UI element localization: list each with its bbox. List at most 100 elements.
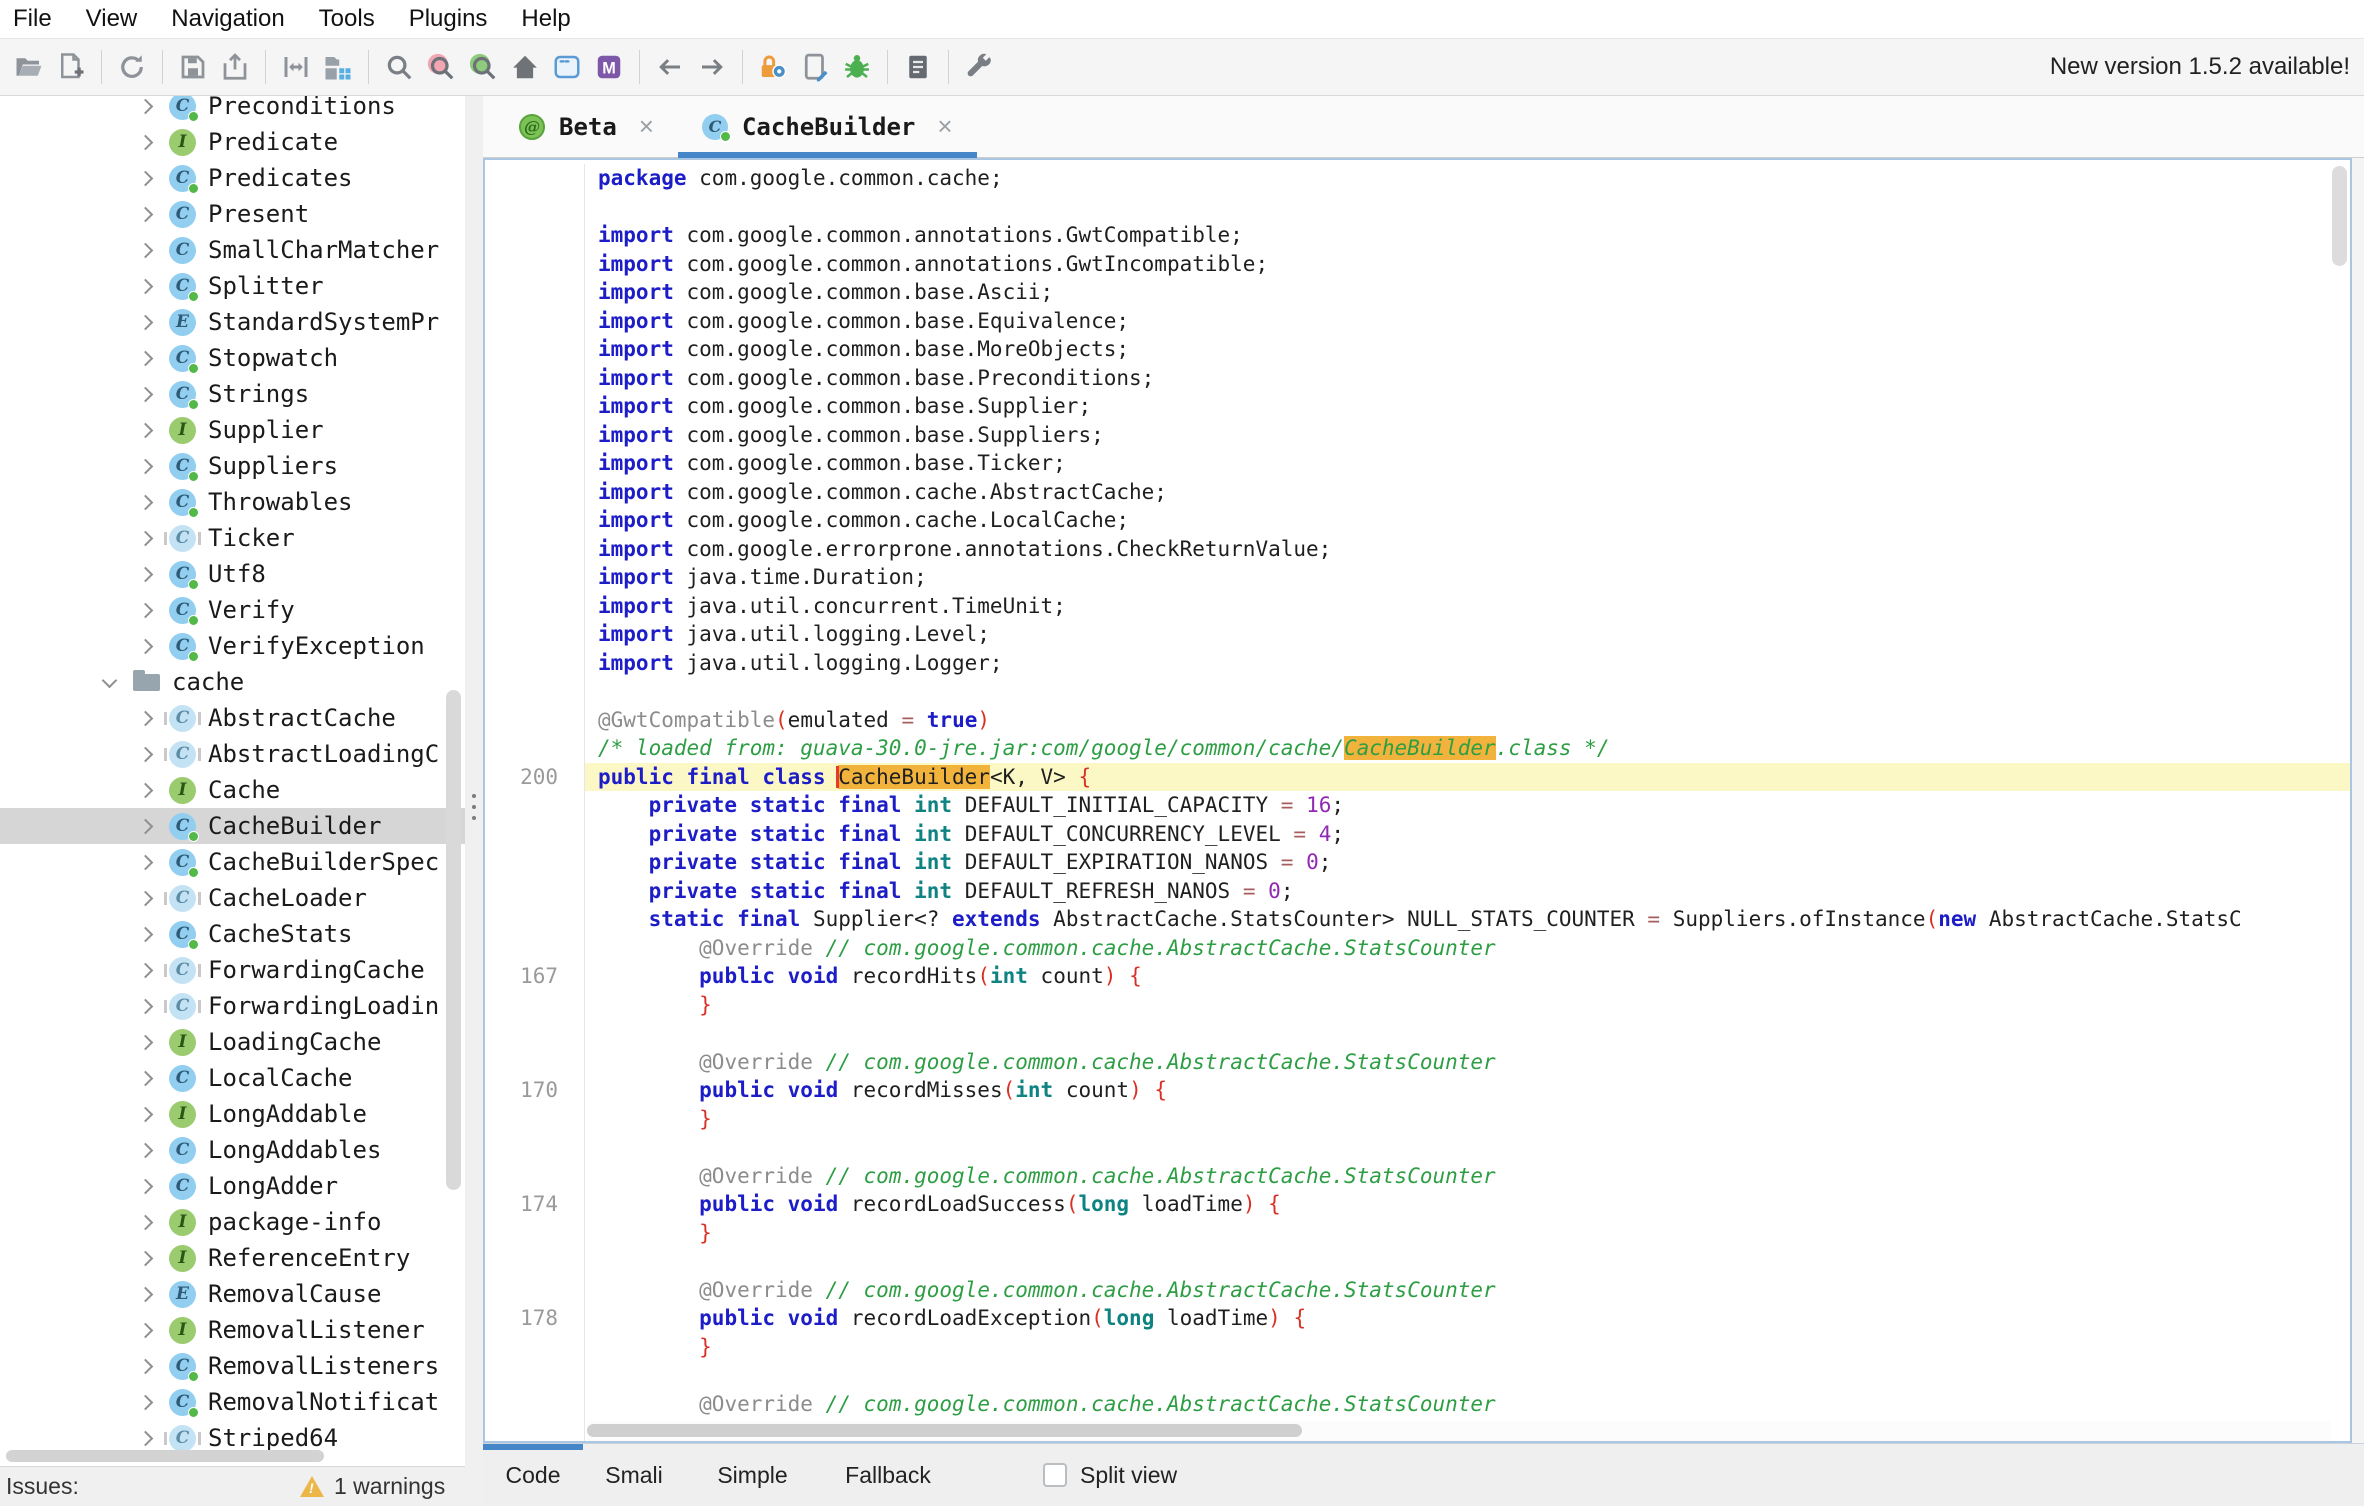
chevron-right-icon[interactable] <box>138 1358 154 1374</box>
close-icon[interactable]: × <box>937 111 952 142</box>
window-icon[interactable] <box>546 46 588 88</box>
preferences-icon[interactable] <box>958 46 1000 88</box>
tab-beta[interactable]: @Beta× <box>495 96 678 157</box>
tree-item-suppliers[interactable]: CSuppliers <box>0 448 465 484</box>
tree-item-cachebuilderspec[interactable]: CCacheBuilderSpec <box>0 844 465 880</box>
chevron-right-icon[interactable] <box>138 1250 154 1266</box>
device-icon[interactable] <box>794 46 836 88</box>
chevron-right-icon[interactable] <box>138 386 154 402</box>
chevron-right-icon[interactable] <box>138 1214 154 1230</box>
forward-icon[interactable] <box>691 46 733 88</box>
tab-cachebuilder[interactable]: CCacheBuilder× <box>678 96 977 157</box>
tree-item-localcache[interactable]: CLocalCache <box>0 1060 465 1096</box>
scrollbar-thumb[interactable] <box>6 1450 324 1462</box>
chevron-right-icon[interactable] <box>138 278 154 294</box>
chevron-right-icon[interactable] <box>138 782 154 798</box>
chevron-right-icon[interactable] <box>138 1394 154 1410</box>
chevron-right-icon[interactable] <box>138 350 154 366</box>
debug-icon[interactable] <box>836 46 878 88</box>
tree-item-abstractloadingc[interactable]: CAbstractLoadingC <box>0 736 465 772</box>
chevron-down-icon[interactable] <box>102 672 118 688</box>
menu-file[interactable]: File <box>13 5 52 33</box>
tree-item-longadder[interactable]: CLongAdder <box>0 1168 465 1204</box>
update-notification[interactable]: New version 1.5.2 available! <box>2050 53 2350 81</box>
chevron-right-icon[interactable] <box>138 566 154 582</box>
split-view-checkbox[interactable] <box>1043 1463 1067 1487</box>
tree-item-removallisteners[interactable]: CRemovalListeners <box>0 1348 465 1384</box>
tree-item-splitter[interactable]: CSplitter <box>0 268 465 304</box>
tree-item-present[interactable]: CPresent <box>0 196 465 232</box>
tree-item-preconditions[interactable]: CPreconditions <box>0 96 465 124</box>
main-activity-icon[interactable] <box>504 46 546 88</box>
package-tree-panel[interactable]: CPreconditionsIPredicateCPredicatesCPres… <box>0 96 465 1466</box>
tree-item-cacheloader[interactable]: CCacheLoader <box>0 880 465 916</box>
tree-item-longaddables[interactable]: CLongAddables <box>0 1132 465 1168</box>
menu-view[interactable]: View <box>86 5 138 33</box>
reload-icon[interactable] <box>111 46 153 88</box>
view-tab-fallback[interactable]: Fallback <box>820 1444 956 1506</box>
sidebar-vertical-scrollbar[interactable] <box>443 96 465 1466</box>
log-viewer-icon[interactable] <box>897 46 939 88</box>
view-tab-simple[interactable]: Simple <box>685 1444 820 1506</box>
chevron-right-icon[interactable] <box>138 314 154 330</box>
flat-packages-icon[interactable] <box>317 46 359 88</box>
open-file-icon[interactable] <box>8 46 50 88</box>
editor-horizontal-scrollbar[interactable] <box>587 1421 2330 1441</box>
chevron-right-icon[interactable] <box>138 134 154 150</box>
tree-item-removalnotificat[interactable]: CRemovalNotificat <box>0 1384 465 1420</box>
tree-item-loadingcache[interactable]: ILoadingCache <box>0 1024 465 1060</box>
tree-item-removallistener[interactable]: IRemovalListener <box>0 1312 465 1348</box>
tree-item-throwables[interactable]: CThrowables <box>0 484 465 520</box>
chevron-right-icon[interactable] <box>138 1322 154 1338</box>
view-tab-smali[interactable]: Smali <box>583 1444 685 1506</box>
tree-item-predicates[interactable]: CPredicates <box>0 160 465 196</box>
chevron-right-icon[interactable] <box>138 1178 154 1194</box>
tree-item-forwardingcache[interactable]: CForwardingCache <box>0 952 465 988</box>
chevron-right-icon[interactable] <box>138 242 154 258</box>
chevron-right-icon[interactable] <box>138 746 154 762</box>
chevron-right-icon[interactable] <box>138 1034 154 1050</box>
tree-item-removalcause[interactable]: ERemovalCause <box>0 1276 465 1312</box>
chevron-right-icon[interactable] <box>138 818 154 834</box>
chevron-right-icon[interactable] <box>138 962 154 978</box>
splitter-grip-icon[interactable] <box>472 794 476 798</box>
menu-help[interactable]: Help <box>521 5 570 33</box>
tree-item-verifyexception[interactable]: CVerifyException <box>0 628 465 664</box>
chevron-right-icon[interactable] <box>138 494 154 510</box>
tree-item-ticker[interactable]: CTicker <box>0 520 465 556</box>
tree-item-package-info[interactable]: Ipackage-info <box>0 1204 465 1240</box>
scrollbar-thumb[interactable] <box>2332 166 2347 266</box>
search-text-icon[interactable] <box>378 46 420 88</box>
save-all-icon[interactable] <box>172 46 214 88</box>
split-view-toggle[interactable]: Split view <box>1043 1444 1177 1506</box>
tree-item-longaddable[interactable]: ILongAddable <box>0 1096 465 1132</box>
tree-item-smallcharmatcher[interactable]: CSmallCharMatcher <box>0 232 465 268</box>
export-icon[interactable] <box>214 46 256 88</box>
chevron-right-icon[interactable] <box>138 710 154 726</box>
menu-plugins[interactable]: Plugins <box>409 5 488 33</box>
chevron-right-icon[interactable] <box>138 1106 154 1122</box>
search-code-icon[interactable] <box>462 46 504 88</box>
chevron-right-icon[interactable] <box>138 1070 154 1086</box>
chevron-right-icon[interactable] <box>138 458 154 474</box>
chevron-right-icon[interactable] <box>138 422 154 438</box>
chevron-right-icon[interactable] <box>138 638 154 654</box>
tree-item-cachestats[interactable]: CCacheStats <box>0 916 465 952</box>
warnings-indicator[interactable]: 1 warnings <box>300 1473 445 1500</box>
mappings-icon[interactable]: M <box>588 46 630 88</box>
tree-item-stopwatch[interactable]: CStopwatch <box>0 340 465 376</box>
code-editor[interactable]: package com.google.common.cache;import c… <box>483 158 2352 1443</box>
search-class-icon[interactable] <box>420 46 462 88</box>
back-icon[interactable] <box>649 46 691 88</box>
chevron-right-icon[interactable] <box>138 1142 154 1158</box>
tree-item-utf8[interactable]: CUtf8 <box>0 556 465 592</box>
tree-item-standardsystempr[interactable]: EStandardSystemPr <box>0 304 465 340</box>
sidebar-horizontal-scrollbar[interactable] <box>0 1448 443 1464</box>
tree-item-cache[interactable]: cache <box>0 664 465 700</box>
chevron-right-icon[interactable] <box>138 98 154 114</box>
tree-item-referenceentry[interactable]: IReferenceEntry <box>0 1240 465 1276</box>
chevron-right-icon[interactable] <box>138 926 154 942</box>
tree-item-predicate[interactable]: IPredicate <box>0 124 465 160</box>
scrollbar-thumb[interactable] <box>446 690 461 1190</box>
menu-tools[interactable]: Tools <box>319 5 375 33</box>
